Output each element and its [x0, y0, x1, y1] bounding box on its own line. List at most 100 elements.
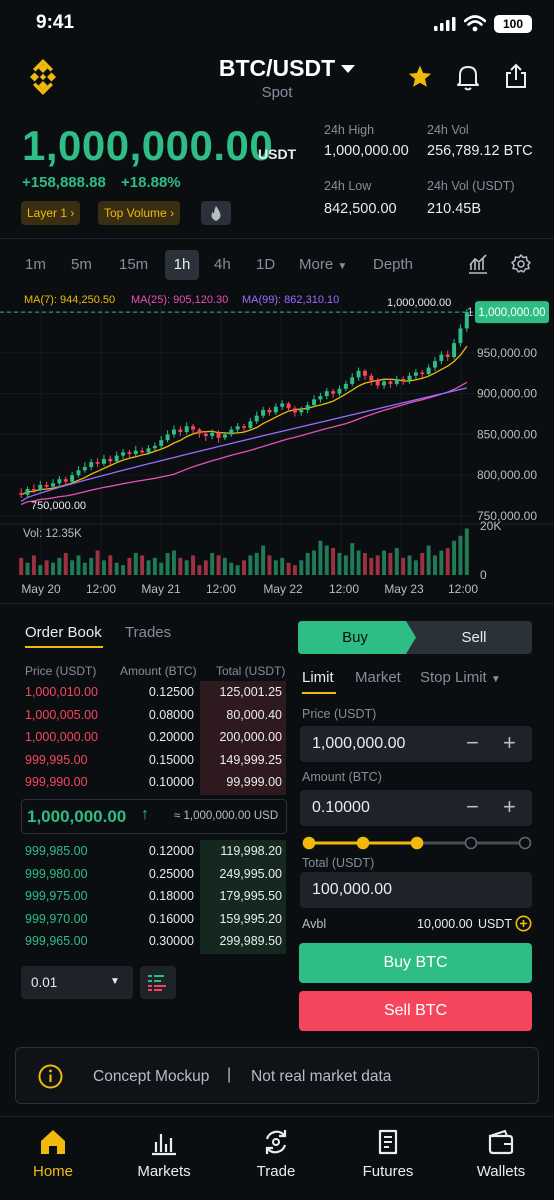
- price-field-value[interactable]: 1,000,000.00: [312, 735, 405, 753]
- settings-icon[interactable]: [511, 254, 531, 274]
- candle: [178, 429, 183, 432]
- price-unit: USDT: [258, 146, 297, 162]
- candle: [159, 440, 164, 446]
- total-field[interactable]: 100,000.00: [300, 872, 532, 908]
- chart-type-icon[interactable]: [467, 254, 489, 274]
- volume-bar: [133, 552, 138, 575]
- tag-layer1[interactable]: Layer 1 ›: [21, 201, 81, 225]
- candle: [165, 434, 170, 441]
- hot-tag[interactable]: [201, 201, 231, 225]
- tf-5m[interactable]: 5m: [71, 256, 92, 273]
- star-icon[interactable]: [407, 64, 433, 89]
- order-type-stop-limit[interactable]: Stop Limit ▼: [420, 669, 501, 686]
- nav-wallets[interactable]: Wallets: [451, 1124, 551, 1184]
- candle: [25, 489, 30, 495]
- amount-field[interactable]: 0.10000 − +: [300, 790, 532, 826]
- slider-step-4[interactable]: [518, 836, 532, 850]
- volume-bar: [375, 555, 380, 575]
- candle: [184, 426, 189, 432]
- nav-futures-label: Futures: [362, 1163, 414, 1180]
- price-decrement-button[interactable]: −: [466, 730, 479, 756]
- ask-price: 999,995.00: [25, 752, 88, 767]
- volume-bar: [70, 560, 75, 575]
- tf-4h[interactable]: 4h: [214, 256, 231, 273]
- ask-amount: 0.15000: [148, 752, 194, 767]
- volume-bar: [433, 555, 437, 575]
- slider-step-1[interactable]: [356, 836, 370, 850]
- tag-label: Top Volume: [104, 206, 167, 220]
- slider-step-3[interactable]: [464, 836, 478, 850]
- buy-btc-button[interactable]: Buy BTC: [299, 943, 532, 983]
- slider-step-2[interactable]: [410, 836, 424, 850]
- add-circle-icon[interactable]: [515, 915, 532, 932]
- order-type-limit[interactable]: Limit: [302, 669, 334, 686]
- candle: [216, 432, 221, 438]
- total-field-value[interactable]: 100,000.00: [312, 881, 392, 899]
- tf-15m[interactable]: 15m: [119, 256, 148, 273]
- amount-increment-button[interactable]: +: [503, 794, 516, 820]
- amount-decrement-button[interactable]: −: [466, 794, 479, 820]
- price-field[interactable]: 1,000,000.00 − +: [300, 726, 532, 762]
- candlestick-chart[interactable]: 1,000,000.00 950,000.00 900,000.00 850,000.…: [0, 288, 554, 600]
- volume-bar: [267, 555, 272, 575]
- time-axis-label: 12:00: [206, 582, 236, 596]
- tab-order-book[interactable]: Order Book: [25, 624, 102, 641]
- price-axis-label: 950,000.00: [477, 346, 537, 360]
- candle: [331, 391, 336, 394]
- bid-amount: 0.30000: [148, 934, 194, 948]
- amount-slider[interactable]: [300, 834, 534, 852]
- candle: [95, 462, 100, 464]
- nav-markets[interactable]: Markets: [114, 1124, 214, 1184]
- time-axis-label: May 22: [263, 582, 303, 596]
- slider-step-0[interactable]: [302, 836, 316, 850]
- candle: [70, 475, 75, 482]
- bid-price: 999,985.00: [25, 844, 88, 858]
- tag-top-volume[interactable]: Top Volume ›: [98, 201, 181, 225]
- candle: [382, 381, 387, 386]
- sell-tab[interactable]: Sell: [416, 621, 532, 654]
- tf-more-label: More: [299, 256, 334, 273]
- dropdown-caret-icon[interactable]: [341, 65, 355, 73]
- bell-icon[interactable]: [456, 63, 480, 91]
- order-type-market[interactable]: Market: [355, 669, 401, 686]
- volume-bar: [171, 550, 176, 575]
- volume-bar: [152, 557, 157, 575]
- ask-total: 149,999.25: [219, 752, 282, 767]
- time-axis-label: May 20: [21, 582, 61, 596]
- tab-trades[interactable]: Trades: [125, 624, 171, 641]
- arrow-up-icon: ↑: [141, 806, 149, 823]
- mid-price-box[interactable]: 1,000,000.00 ↑ ≈ 1,000,000.00 USD: [21, 799, 287, 834]
- buy-tab[interactable]: Buy: [298, 621, 412, 654]
- futures-icon: [378, 1129, 398, 1155]
- share-icon[interactable]: [504, 63, 528, 89]
- ask-amount: 0.10000: [148, 775, 194, 789]
- volume-bar: [445, 548, 450, 575]
- depth-layout-button[interactable]: [140, 966, 176, 999]
- trade-icon: [265, 1130, 287, 1154]
- tf-more[interactable]: More ▼: [299, 256, 347, 273]
- volume-bar: [101, 560, 106, 575]
- price-increment-button[interactable]: +: [503, 730, 516, 756]
- tf-1h[interactable]: 1h: [165, 250, 199, 280]
- avbl-unit: USDT: [478, 917, 513, 931]
- tf-1d[interactable]: 1D: [256, 256, 275, 273]
- candle: [191, 426, 196, 430]
- candle: [76, 470, 81, 476]
- volume-bar: [44, 560, 49, 575]
- volume-bar: [439, 550, 444, 575]
- tf-1m[interactable]: 1m: [25, 256, 46, 273]
- nav-futures[interactable]: Futures: [338, 1124, 438, 1184]
- tf-depth[interactable]: Depth: [373, 256, 413, 273]
- candle: [445, 354, 450, 357]
- bid-price: 999,965.00: [25, 934, 88, 948]
- status-time: 9:41: [36, 12, 75, 33]
- candle: [299, 409, 304, 413]
- depth-select[interactable]: 0.01 ▼: [21, 966, 133, 999]
- high-marker: 1,000,000.00: [387, 297, 451, 309]
- candle: [203, 433, 208, 437]
- nav-trade[interactable]: Trade: [226, 1124, 326, 1184]
- sell-btc-button[interactable]: Sell BTC: [299, 991, 532, 1031]
- volume-bar: [82, 562, 87, 575]
- nav-home[interactable]: Home: [3, 1124, 103, 1184]
- amount-field-value[interactable]: 0.10000: [312, 799, 370, 817]
